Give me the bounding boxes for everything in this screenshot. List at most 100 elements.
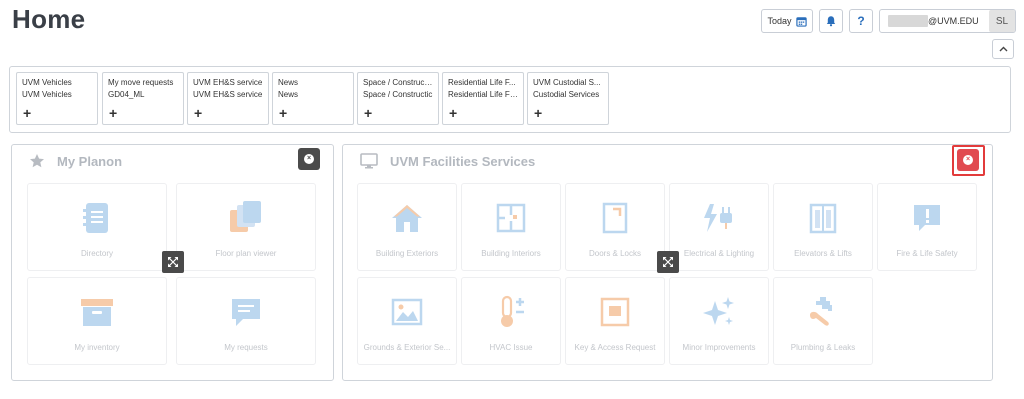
tile-label: My requests <box>224 343 268 352</box>
floor-plan-icon <box>491 198 531 238</box>
close-panel-button[interactable]: × <box>298 148 320 170</box>
expand-panel-button[interactable] <box>657 251 679 273</box>
key-access-icon <box>595 292 635 332</box>
shortcut-subtitle: News <box>278 90 299 99</box>
panel-header: UVM Facilities Services <box>360 153 535 169</box>
panel-title: My Planon <box>57 153 123 169</box>
tile-plumbing-leaks[interactable]: Plumbing & Leaks <box>773 277 873 365</box>
tile-grounds-exterior[interactable]: Grounds & Exterior Se... <box>357 277 457 365</box>
user-email: @UVM.EDU <box>928 16 979 26</box>
help-icon: ? <box>857 14 865 28</box>
close-panel-button[interactable]: × <box>957 149 979 171</box>
user-account-menu[interactable]: @UVM.EDU SL <box>879 9 1016 33</box>
shortcut-title: UVM Custodial S... <box>533 78 601 87</box>
picture-icon <box>387 292 427 332</box>
tile-label: My inventory <box>74 343 120 352</box>
shortcut-title: UVM Vehicles <box>22 78 72 87</box>
shortcut-uvm-ehs-service[interactable]: UVM EH&S service UVM EH&S service + <box>187 72 269 125</box>
inventory-box-icon <box>77 292 117 332</box>
avatar: SL <box>989 10 1015 32</box>
tile-label: Fire & Life Safety <box>896 249 958 258</box>
thermometer-icon <box>491 292 531 332</box>
close-icon: × <box>963 155 973 165</box>
tile-building-exteriors[interactable]: Building Exteriors <box>357 183 457 271</box>
redacted-email-block <box>888 15 928 27</box>
tile-my-inventory[interactable]: My inventory <box>27 277 167 365</box>
tile-directory[interactable]: Directory <box>27 183 167 271</box>
chat-bubble-icon <box>226 292 266 332</box>
tile-label: Key & Access Request <box>574 343 656 352</box>
alert-bubble-icon <box>907 198 947 238</box>
plus-icon: + <box>534 105 543 121</box>
shortcut-subtitle: GD04_ML <box>108 90 145 99</box>
shortcut-my-move-requests[interactable]: My move requests GD04_ML + <box>102 72 184 125</box>
expand-panel-button[interactable] <box>162 251 184 273</box>
plus-icon: + <box>449 105 458 121</box>
collapse-shortcuts-button[interactable] <box>992 39 1014 59</box>
shortcut-title: News <box>278 78 299 87</box>
expand-icon <box>663 257 673 267</box>
plus-icon: + <box>23 105 32 121</box>
monitor-icon <box>360 153 378 169</box>
elevator-icon <box>803 198 843 238</box>
electric-plug-icon <box>699 198 739 238</box>
panel-header: My Planon <box>29 153 122 169</box>
shortcut-residential-life[interactable]: Residential Life F... Residential Life F… <box>442 72 524 125</box>
page-title: Home <box>12 4 86 34</box>
tile-hvac-issue[interactable]: HVAC Issue <box>461 277 561 365</box>
plus-icon: + <box>279 105 288 121</box>
tile-label: Grounds & Exterior Se... <box>363 343 451 352</box>
tile-label: Electrical & Lighting <box>683 249 755 258</box>
tile-label: Minor Improvements <box>682 343 756 352</box>
shortcut-subtitle: Residential Life Fac <box>448 90 518 99</box>
tile-label: Plumbing & Leaks <box>790 343 856 352</box>
shortcut-subtitle: UVM EH&S service <box>193 90 263 99</box>
sparkle-icon <box>699 292 739 332</box>
tile-key-access-request[interactable]: Key & Access Request <box>565 277 665 365</box>
calendar-icon <box>795 16 807 27</box>
tile-minor-improvements[interactable]: Minor Improvements <box>669 277 769 365</box>
expand-icon <box>168 257 178 267</box>
shortcut-uvm-custodial[interactable]: UVM Custodial S... Custodial Services + <box>527 72 609 125</box>
tile-label: Building Interiors <box>481 249 541 258</box>
tile-electrical-lighting[interactable]: Electrical & Lighting <box>669 183 769 271</box>
shortcut-title: UVM EH&S service <box>193 78 263 87</box>
shortcut-subtitle: Custodial Services <box>533 90 600 99</box>
plus-icon: + <box>109 105 118 121</box>
chevron-up-icon <box>999 44 1008 55</box>
house-icon <box>387 198 427 238</box>
close-icon: × <box>304 154 314 164</box>
today-button[interactable]: Today <box>761 9 813 33</box>
tile-label: HVAC Issue <box>489 343 533 352</box>
shortcut-subtitle: Space / Constructic <box>363 90 433 99</box>
shortcut-uvm-vehicles[interactable]: UVM Vehicles UVM Vehicles + <box>16 72 98 125</box>
door-icon <box>595 198 635 238</box>
tile-my-requests[interactable]: My requests <box>176 277 316 365</box>
tile-fire-life-safety[interactable]: Fire & Life Safety <box>877 183 977 271</box>
tile-label: Directory <box>80 249 113 258</box>
tile-label: Elevators & Lifts <box>794 249 852 258</box>
tile-label: Doors & Locks <box>588 249 642 258</box>
shortcut-title: My move requests <box>108 78 174 87</box>
tile-floor-plan-viewer[interactable]: Floor plan viewer <box>176 183 316 271</box>
tile-label: Floor plan viewer <box>215 249 277 258</box>
tile-label: Building Exteriors <box>375 249 439 258</box>
shortcuts-bar: UVM Vehicles UVM Vehicles + My move requ… <box>9 66 1011 133</box>
help-button[interactable]: ? <box>849 9 873 33</box>
shortcut-title: Space / Construct... <box>363 78 433 87</box>
plus-icon: + <box>364 105 373 121</box>
tile-building-interiors[interactable]: Building Interiors <box>461 183 561 271</box>
top-toolbar: Today ? @UVM.EDU SL <box>761 9 1016 33</box>
floor-plan-icon <box>226 198 266 238</box>
plus-icon: + <box>194 105 203 121</box>
today-label: Today <box>767 16 792 26</box>
shortcut-space-construction[interactable]: Space / Construct... Space / Constructic… <box>357 72 439 125</box>
faucet-wrench-icon <box>803 292 843 332</box>
bell-icon <box>826 16 836 27</box>
panel-title: UVM Facilities Services <box>390 153 536 169</box>
tile-doors-locks[interactable]: Doors & Locks <box>565 183 665 271</box>
notifications-button[interactable] <box>819 9 843 33</box>
tile-elevators-lifts[interactable]: Elevators & Lifts <box>773 183 873 271</box>
shortcut-news[interactable]: News News + <box>272 72 354 125</box>
star-icon <box>30 154 44 168</box>
